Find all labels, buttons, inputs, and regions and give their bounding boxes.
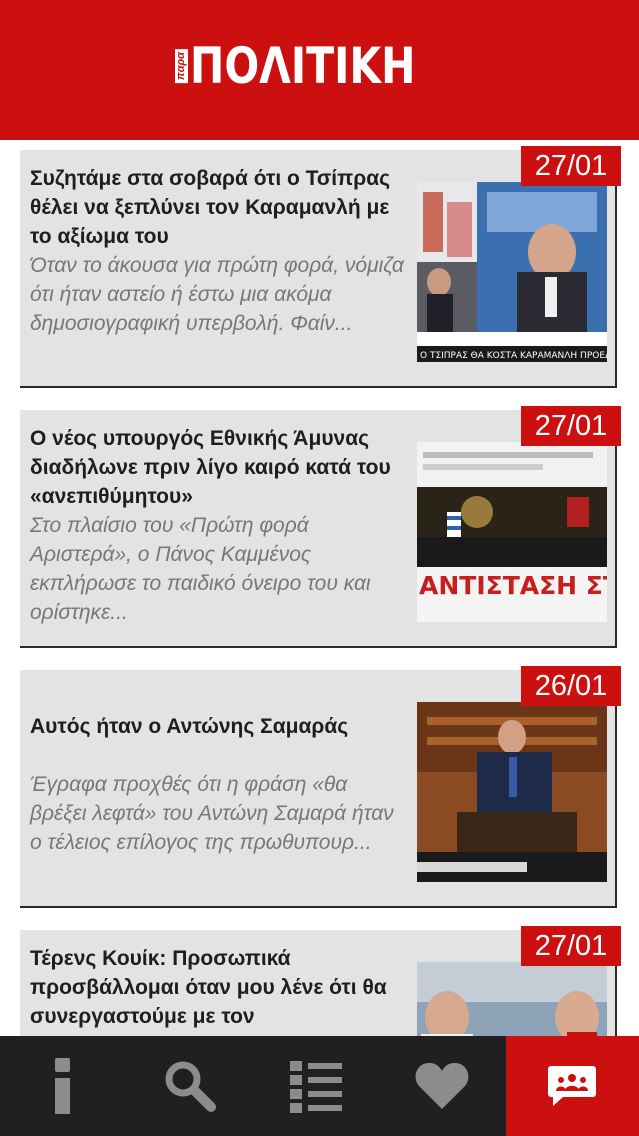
app-logo: παρα ΠΟΛΙΤΙΚΗ	[174, 37, 465, 95]
article-card[interactable]: Αυτός ήταν ο Αντώνης Σαμαράς Έγραφα προχ…	[20, 666, 621, 908]
article-title[interactable]: Τέρενς Κουίκ: Προσωπικά προσβάλλομαι ότα…	[30, 944, 405, 1031]
thumbnail-image-protest: ΑΝΤΙΣΤΑΣΗ ΣΤΟΝ ΣΙΩΝΙΣΜΟ	[417, 442, 607, 622]
article-title[interactable]: Αυτός ήταν ο Αντώνης Σαμαράς	[30, 712, 405, 741]
date-badge: 27/01	[521, 406, 621, 446]
date-badge: 27/01	[521, 146, 621, 186]
tab-favorites[interactable]	[379, 1036, 505, 1136]
bottom-tab-bar	[0, 1036, 639, 1136]
article-title[interactable]: Συζητάμε στα σοβαρά ότι ο Τσίπρας θέλει …	[30, 164, 405, 251]
article-card[interactable]: Συζητάμε στα σοβαρά ότι ο Τσίπρας θέλει …	[20, 146, 621, 388]
thumbnail-caption: Ο ΤΣΙΠΡΑΣ ΘΑ ΚΟΣΤΑ ΚΑΡΑΜΑΝΛΗ ΠΡΟΕΔΡΟ ΔΗΜ…	[420, 351, 607, 361]
tab-list[interactable]	[253, 1036, 379, 1136]
article-title[interactable]: Ο νέος υπουργός Εθνικής Άμυνας διαδήλωνε…	[30, 424, 405, 511]
search-icon	[165, 1061, 216, 1112]
article-feed[interactable]: Συζητάμε στα σοβαρά ότι ο Τσίπρας θέλει …	[0, 140, 639, 1036]
thumbnail-image-politicians: Ο ΤΣΙΠΡΑΣ ΘΑ ΚΟΣΤΑ ΚΑΡΑΜΑΝΛΗ ΠΡΟΕΔΡΟ ΔΗΜ…	[417, 182, 607, 362]
article-card[interactable]: Τέρενς Κουίκ: Προσωπικά προσβάλλομαι ότα…	[20, 926, 621, 1036]
logo-main-text: ΠΟΛΙΤΙΚΗ	[189, 37, 415, 95]
thumbnail-image-tv-panel	[417, 962, 607, 1036]
article-thumbnail[interactable]: Ο ΤΣΙΠΡΑΣ ΘΑ ΚΟΣΤΑ ΚΑΡΑΜΑΝΛΗ ΠΡΟΕΔΡΟ ΔΗΜ…	[417, 182, 607, 362]
article-thumbnail[interactable]	[417, 962, 607, 1036]
tab-info[interactable]	[0, 1036, 126, 1136]
date-badge: 27/01	[521, 926, 621, 966]
date-badge: 26/01	[521, 666, 621, 706]
article-excerpt: Όταν το άκουσα για πρώτη φορά, νόμιζα ότ…	[30, 254, 404, 335]
info-icon	[55, 1058, 71, 1114]
article-thumbnail[interactable]	[417, 702, 607, 882]
list-icon	[290, 1061, 343, 1113]
tab-search[interactable]	[126, 1036, 252, 1136]
thumbnail-image-parliament	[417, 702, 607, 882]
app-header: παρα ΠΟΛΙΤΙΚΗ	[0, 0, 639, 140]
article-excerpt: Στο πλαίσιο του «Πρώτη φορά Αριστερά», ο…	[30, 514, 371, 624]
people-chat-icon	[548, 1066, 597, 1106]
article-excerpt: Έγραφα προχθές ότι η φράση «θα βρέξει λε…	[30, 773, 394, 854]
heart-icon	[416, 1062, 469, 1109]
article-thumbnail[interactable]: ΑΝΤΙΣΤΑΣΗ ΣΤΟΝ ΣΙΩΝΙΣΜΟ	[417, 442, 607, 622]
tab-community[interactable]	[505, 1036, 639, 1136]
thumbnail-caption: ΑΝΤΙΣΤΑΣΗ ΣΤΟΝ ΣΙΩΝΙΣΜΟ	[419, 571, 607, 600]
logo-small-text: παρα	[174, 48, 188, 84]
article-card[interactable]: Ο νέος υπουργός Εθνικής Άμυνας διαδήλωνε…	[20, 406, 621, 648]
